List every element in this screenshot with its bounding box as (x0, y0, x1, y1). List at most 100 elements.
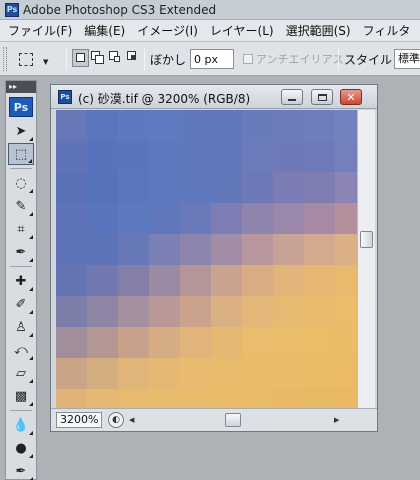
minimize-icon (288, 99, 296, 101)
brush-icon: ✐ (15, 296, 27, 312)
pixel (118, 265, 149, 296)
pixel (180, 265, 211, 296)
quick-select-tool[interactable]: ✎ (8, 195, 34, 217)
status-info-icon[interactable]: ◐ (108, 412, 124, 428)
horizontal-scroll-thumb[interactable] (225, 413, 241, 427)
pixel (304, 389, 335, 408)
intersect-selection-button[interactable] (126, 49, 143, 67)
app-title: Adobe Photoshop CS3 Extended (23, 2, 217, 17)
clone-stamp-tool[interactable]: ♙ (8, 316, 34, 338)
marquee-icon: ⬚ (14, 146, 28, 162)
pixel (211, 389, 242, 408)
pixel (118, 296, 149, 327)
pixel (56, 296, 87, 327)
pixel (242, 389, 273, 408)
menu-select[interactable]: 選択範囲(S) (280, 22, 357, 39)
pixel (273, 110, 304, 141)
maximize-button[interactable] (311, 89, 333, 105)
image-canvas[interactable] (56, 110, 357, 408)
rect-marquee-tool[interactable]: ⬚ (8, 143, 34, 165)
toolbox-collapse-arrows[interactable]: ▸▸ (6, 81, 36, 93)
menu-file[interactable]: ファイル(F) (0, 22, 78, 39)
photoshop-app-icon[interactable]: Ps (5, 2, 19, 17)
pen-icon: ✒ (15, 463, 27, 479)
pixel (149, 296, 180, 327)
pixel (180, 110, 211, 141)
gradient-icon: ▩ (14, 388, 28, 404)
close-button[interactable]: ✕ (340, 89, 362, 105)
pixel (335, 389, 357, 408)
scroll-right-arrow[interactable]: ▶ (334, 413, 344, 427)
crop-tool[interactable]: ⌗ (8, 218, 34, 240)
pixel (118, 110, 149, 141)
zoom-field[interactable]: 3200% (56, 412, 102, 428)
pixel (211, 172, 242, 203)
pen-tool[interactable]: ✒ (8, 460, 34, 480)
lasso-tool[interactable]: ◌ (8, 172, 34, 194)
drop-icon: 💧 (12, 417, 30, 433)
blur-tool[interactable]: 💧 (8, 414, 34, 436)
pixel (87, 172, 118, 203)
style-select[interactable]: 標準 (394, 49, 420, 69)
stamp-icon: ♙ (15, 319, 27, 335)
menu-filter[interactable]: フィルタ (357, 22, 417, 39)
document-icon[interactable]: Ps (58, 90, 72, 104)
pixel (149, 172, 180, 203)
menubar: ファイル(F) 編集(E) イメージ(I) レイヤー(L) 選択範囲(S) フィ… (0, 20, 420, 42)
pixel (149, 203, 180, 234)
dodge-tool[interactable]: ● (8, 437, 34, 459)
add-to-selection-button[interactable] (90, 49, 107, 67)
horizontal-scrollbar[interactable] (141, 413, 331, 427)
slice-tool[interactable]: ✒ (8, 241, 34, 263)
menu-edit[interactable]: 編集(E) (78, 22, 131, 39)
healing-brush-tool[interactable]: ✚ (8, 270, 34, 292)
pixel (211, 296, 242, 327)
style-label: スタイル : (344, 53, 400, 67)
pixel (180, 141, 211, 172)
new-selection-button[interactable] (72, 49, 89, 67)
pixel (56, 203, 87, 234)
menu-layer[interactable]: レイヤー(L) (204, 22, 280, 39)
pixel (180, 234, 211, 265)
photoshop-logo[interactable]: Ps (9, 97, 33, 117)
tool-preset-picker[interactable]: ▼ (12, 48, 54, 70)
antialias-label: アンチエイリアス (256, 53, 344, 66)
pixel (211, 203, 242, 234)
scroll-left-arrow[interactable]: ◀ (129, 413, 139, 427)
vertical-scroll-thumb[interactable] (360, 231, 373, 248)
document-title: (c) 砂漠.tif @ 3200% (RGB/8) (78, 92, 251, 106)
toolbox-divider (10, 266, 32, 267)
eraser-tool[interactable]: ▱ (8, 362, 34, 384)
flyout-indicator-icon (29, 356, 33, 360)
pixel (304, 296, 335, 327)
history-brush-tool[interactable]: ⤺ (8, 339, 34, 361)
pixel (304, 265, 335, 296)
pixel (180, 203, 211, 234)
options-bar-grip[interactable] (3, 47, 7, 71)
pixel (273, 234, 304, 265)
pixel (335, 203, 357, 234)
minimize-button[interactable] (281, 89, 303, 105)
document-titlebar[interactable]: Ps (c) 砂漠.tif @ 3200% (RGB/8) ✕ (51, 85, 377, 109)
antialias-checkbox[interactable] (243, 54, 253, 64)
brush-tool[interactable]: ✐ (8, 293, 34, 315)
pixel (180, 389, 211, 408)
pixel (87, 358, 118, 389)
pixel (56, 327, 87, 358)
gradient-tool[interactable]: ▩ (8, 385, 34, 407)
flyout-indicator-icon (29, 287, 33, 291)
pixel (87, 203, 118, 234)
pixel (242, 327, 273, 358)
pixel (273, 389, 304, 408)
pixel (273, 141, 304, 172)
vertical-scrollbar[interactable] (357, 110, 375, 408)
options-divider (66, 48, 67, 70)
flyout-indicator-icon (29, 402, 33, 406)
pixel (273, 327, 304, 358)
options-bar: ▼ ぼかし : アンチエイリアス スタイル : 標準 (0, 42, 420, 76)
move-tool[interactable]: ➤ (8, 120, 34, 142)
eraser-icon: ▱ (16, 365, 26, 381)
feather-input[interactable] (190, 49, 234, 69)
subtract-from-selection-button[interactable] (108, 49, 125, 67)
menu-image[interactable]: イメージ(I) (131, 22, 204, 39)
